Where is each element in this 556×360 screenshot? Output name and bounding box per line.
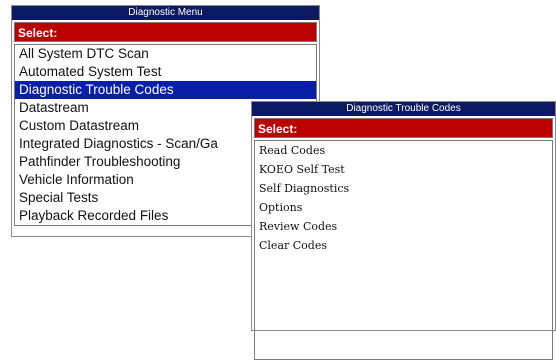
- menu-item-automated-system-test[interactable]: Automated System Test: [15, 63, 316, 81]
- dtc-item-review-codes[interactable]: Review Codes: [255, 217, 552, 236]
- menu-item-all-system-dtc-scan[interactable]: All System DTC Scan: [15, 45, 316, 63]
- diagnostic-menu-title: Diagnostic Menu: [12, 6, 319, 20]
- dtc-menu-title: Diagnostic Trouble Codes: [252, 102, 555, 116]
- diagnostic-menu-select-header: Select:: [14, 22, 317, 42]
- dtc-item-koeo-self-test[interactable]: KOEO Self Test: [255, 160, 552, 179]
- dtc-item-read-codes[interactable]: Read Codes: [255, 141, 552, 160]
- dtc-item-self-diagnostics[interactable]: Self Diagnostics: [255, 179, 552, 198]
- menu-item-diagnostic-trouble-codes[interactable]: Diagnostic Trouble Codes: [15, 81, 316, 99]
- dtc-menu-select-header: Select:: [254, 118, 553, 138]
- dtc-menu-list: Read Codes KOEO Self Test Self Diagnosti…: [254, 140, 553, 360]
- dtc-item-options[interactable]: Options: [255, 198, 552, 217]
- dtc-menu-window: Diagnostic Trouble Codes Select: Read Co…: [251, 101, 556, 360]
- dtc-item-clear-codes[interactable]: Clear Codes: [255, 236, 552, 255]
